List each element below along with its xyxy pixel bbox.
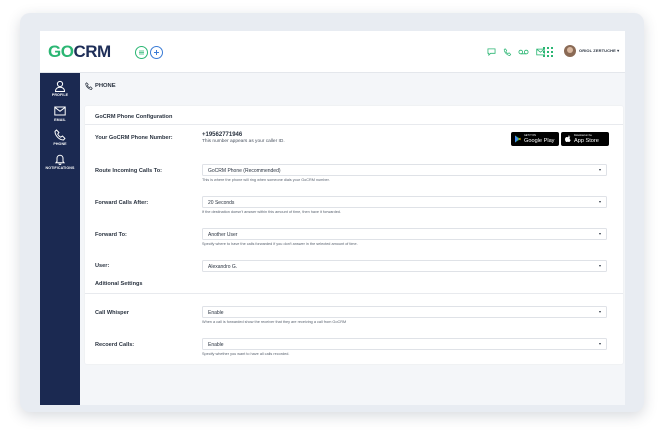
phone-number-help: This number appears as your caller ID.: [202, 139, 285, 144]
plus-icon: [154, 50, 159, 55]
route-calls-label: Route Incoming Calls To:: [95, 168, 163, 174]
call-whisper-value: Enable: [208, 309, 224, 316]
google-play-button[interactable]: GET IT ON Google Play: [511, 132, 559, 146]
chevron-down-icon: ▾: [617, 48, 620, 53]
sidebar: PROFILE EMAIL PHONE NOTIFICATIONS: [40, 73, 80, 405]
menu-icon: [139, 50, 144, 55]
section-title: Aditional Settings: [95, 281, 143, 287]
sidebar-item-label: PROFILE: [51, 93, 69, 97]
record-calls-value: Enable: [208, 341, 224, 348]
page-title: PHONE: [95, 83, 116, 89]
forward-to-label: Forward To:: [95, 232, 127, 238]
device-frame: GOCRM ORIOL ZERTUCHE ▾ PROFILE EMAIL PHO…: [20, 13, 644, 412]
add-circle-button[interactable]: [150, 46, 163, 59]
user-menu[interactable]: ORIOL ZERTUCHE ▾: [579, 48, 619, 53]
call-whisper-help: When a call is forwarded show the receiv…: [202, 320, 347, 324]
gocrm-logo[interactable]: GOCRM: [48, 43, 111, 61]
chevron-down-icon: [599, 265, 601, 267]
phone-icon[interactable]: [503, 48, 512, 56]
sidebar-item-label: NOTIFICATIONS: [45, 166, 75, 170]
phone-settings-card: GoCRM Phone Configuration Your GoCRM Pho…: [85, 106, 623, 364]
forward-after-help: If the destination doesn't answer within…: [202, 210, 341, 214]
voicemail-icon[interactable]: [518, 48, 529, 56]
chevron-down-icon: [599, 343, 601, 345]
record-calls-select[interactable]: Enable: [202, 338, 607, 350]
apps-grid-icon[interactable]: [543, 47, 553, 57]
record-calls-help: Specify whether you want to have all cal…: [202, 352, 290, 356]
route-calls-help: This is where the phone will ring when s…: [202, 178, 330, 182]
app-store-button[interactable]: Download on the App Store: [561, 132, 609, 146]
divider: [85, 124, 623, 125]
forward-after-label: Forward Calls After:: [95, 200, 149, 206]
call-whisper-select[interactable]: Enable: [202, 306, 607, 318]
menu-circle-button[interactable]: [135, 46, 148, 59]
chevron-down-icon: [599, 169, 601, 171]
user-icon: [54, 80, 66, 92]
user-select[interactable]: Alexandro G.: [202, 260, 607, 272]
route-calls-value: GoCRM Phone (Recommended): [208, 167, 281, 174]
forward-after-value: 20 Seconds: [208, 199, 235, 206]
phone-icon: [85, 82, 93, 90]
sidebar-item-notifications[interactable]: NOTIFICATIONS: [40, 153, 80, 170]
section-title: GoCRM Phone Configuration: [95, 114, 173, 120]
phone-icon: [54, 129, 66, 141]
mail-icon: [54, 106, 66, 116]
google-play-icon: [515, 135, 521, 143]
sidebar-item-label: PHONE: [53, 142, 67, 146]
bell-icon: [54, 154, 66, 165]
chevron-down-icon: [599, 233, 601, 235]
sidebar-item-profile[interactable]: PROFILE: [40, 80, 80, 97]
chevron-down-icon: [599, 311, 601, 313]
call-whisper-label: Call Whisper: [95, 310, 129, 316]
divider: [85, 293, 623, 294]
user-label: User:: [95, 263, 110, 269]
forward-to-help: Specify where to have the calls forwarde…: [202, 242, 358, 246]
forward-to-select[interactable]: Another User: [202, 228, 607, 240]
logo-go: GO: [48, 42, 74, 61]
record-calls-label: Recoerd Calls:: [95, 342, 135, 348]
forward-to-value: Another User: [208, 231, 238, 238]
app-store-label: App Store: [574, 137, 599, 144]
apple-icon: [565, 135, 571, 142]
sidebar-item-phone[interactable]: PHONE: [40, 129, 80, 146]
app-window: GOCRM ORIOL ZERTUCHE ▾ PROFILE EMAIL PHO…: [40, 31, 625, 405]
chat-icon[interactable]: [487, 48, 496, 56]
google-play-label: Google Play: [524, 137, 555, 144]
route-calls-select[interactable]: GoCRM Phone (Recommended): [202, 164, 607, 176]
user-name: ORIOL ZERTUCHE: [579, 48, 616, 53]
sidebar-item-label: EMAIL: [54, 118, 66, 122]
sidebar-item-email[interactable]: EMAIL: [40, 105, 80, 122]
user-value: Alexandro G.: [208, 263, 238, 270]
logo-crm: CRM: [73, 42, 111, 61]
avatar[interactable]: [564, 45, 576, 57]
phone-number-value: +19562771946: [202, 132, 243, 138]
forward-after-select[interactable]: 20 Seconds: [202, 196, 607, 208]
phone-number-label: Your GoCRM Phone Number:: [95, 135, 173, 141]
chevron-down-icon: [599, 201, 601, 203]
top-bar: GOCRM ORIOL ZERTUCHE ▾: [40, 31, 625, 73]
page-header: PHONE: [80, 73, 625, 99]
